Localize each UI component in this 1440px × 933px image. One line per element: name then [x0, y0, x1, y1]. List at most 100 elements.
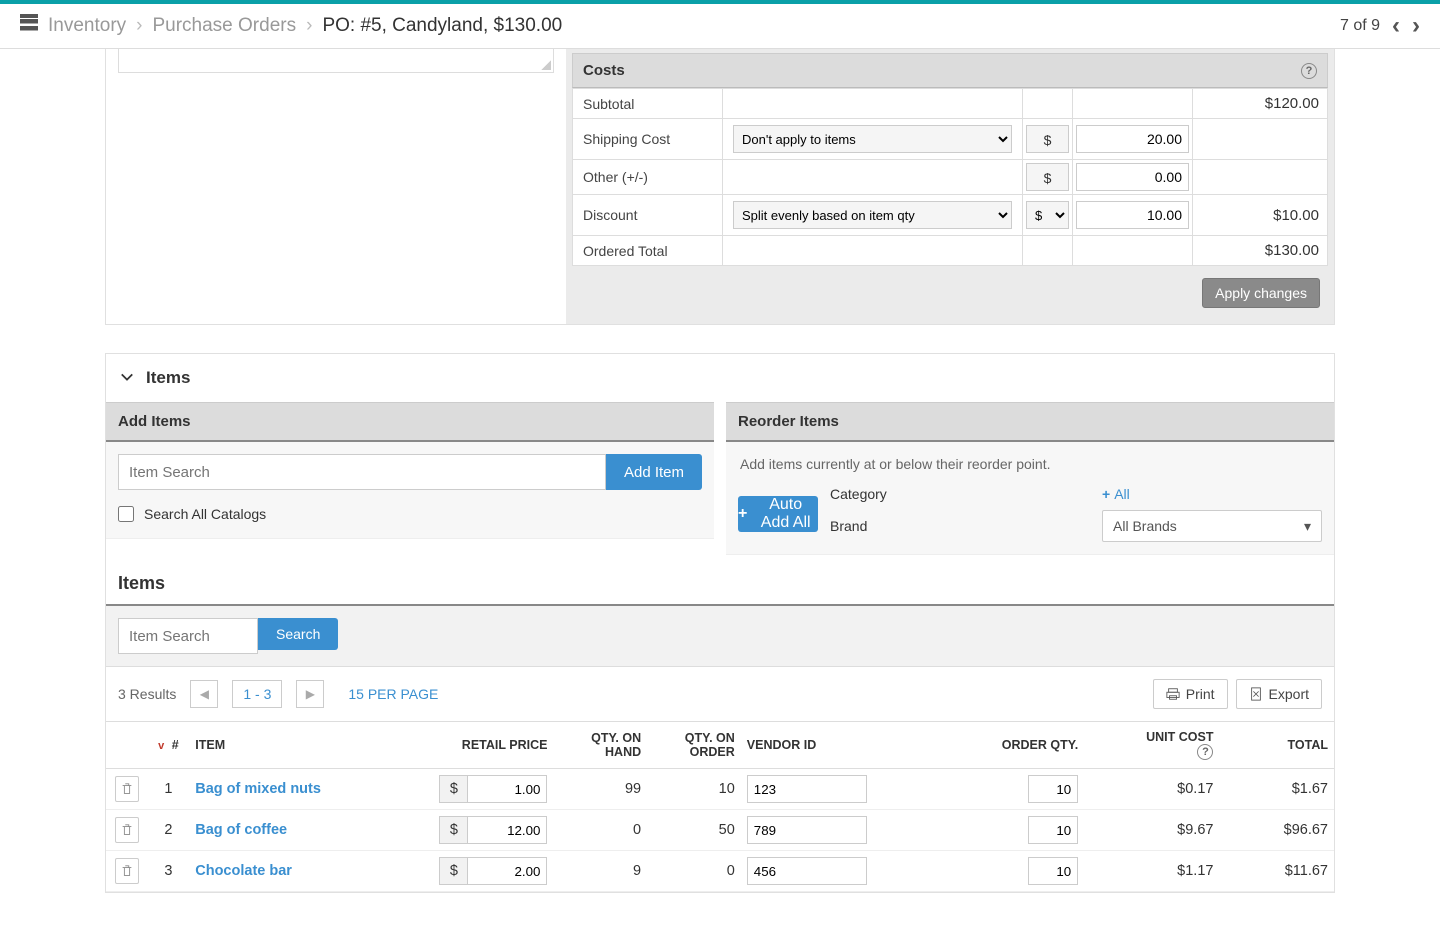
add-item-button[interactable]: Add Item [606, 454, 702, 490]
vendor-id-input[interactable] [747, 775, 867, 803]
items-table: v # ITEM RETAIL PRICE QTY. ON HAND QTY. … [106, 721, 1334, 892]
export-button[interactable]: Export [1236, 679, 1322, 709]
col-item[interactable]: ITEM [189, 722, 428, 769]
page-prev-button[interactable]: ◀ [190, 680, 218, 708]
delete-row-button[interactable] [115, 817, 139, 843]
trash-icon [120, 782, 134, 796]
breadcrumb-current: PO: #5, Candyland, $130.00 [322, 15, 562, 37]
item-name-link[interactable]: Chocolate bar [195, 863, 292, 879]
auto-add-all-label: Auto Add All [753, 496, 818, 532]
currency-symbol: $ [1026, 125, 1069, 153]
brand-select[interactable]: All Brands ▾ [1102, 510, 1322, 542]
col-unitcost[interactable]: UNIT COST ? [1084, 722, 1219, 769]
discount-label: Discount [573, 195, 723, 236]
retail-price-input[interactable] [467, 775, 547, 803]
results-count: 3 Results [118, 686, 176, 702]
delete-row-button[interactable] [115, 858, 139, 884]
row-total: $96.67 [1219, 810, 1334, 851]
breadcrumb-purchase-orders[interactable]: Purchase Orders [152, 15, 296, 37]
col-onhand[interactable]: QTY. ON HAND [553, 722, 647, 769]
breadcrumb-inventory[interactable]: Inventory [48, 15, 126, 37]
search-all-catalogs-checkbox[interactable] [118, 506, 134, 522]
reorder-note: Add items currently at or below their re… [738, 454, 1322, 486]
category-all-link[interactable]: + All [1102, 486, 1322, 502]
col-total[interactable]: TOTAL [1219, 722, 1334, 769]
other-amount-input[interactable] [1076, 163, 1189, 191]
trash-icon [120, 823, 134, 837]
vendor-id-input[interactable] [747, 857, 867, 885]
unit-cost: $0.17 [1084, 769, 1219, 810]
col-retail[interactable]: RETAIL PRICE [429, 722, 554, 769]
breadcrumb-sep: › [306, 15, 312, 37]
category-all-text: All [1114, 486, 1130, 502]
print-label: Print [1186, 686, 1215, 702]
row-number: 1 [148, 769, 190, 810]
row-number: 3 [148, 851, 190, 892]
export-icon [1249, 687, 1263, 701]
plus-icon: + [738, 505, 747, 523]
shipping-apply-select[interactable]: Don't apply to items [733, 125, 1012, 153]
items-search-input[interactable] [118, 618, 258, 654]
discount-apply-select[interactable]: Split evenly based on item qty [733, 201, 1012, 229]
pager-prev-button[interactable]: ‹ [1392, 14, 1400, 38]
order-qty-input[interactable] [1028, 816, 1078, 844]
order-qty-input[interactable] [1028, 775, 1078, 803]
items-card: Items Add Items Add Item Search All Cata… [105, 353, 1335, 893]
qty-on-hand: 0 [553, 810, 647, 851]
table-row: 2Bag of coffee$050$9.67$96.67 [106, 810, 1334, 851]
unit-cost: $9.67 [1084, 810, 1219, 851]
items-section-title: Items [146, 368, 190, 388]
trash-icon [120, 864, 134, 878]
add-items-title: Add Items [106, 402, 714, 442]
col-orderqty[interactable]: ORDER QTY. [897, 722, 1084, 769]
brand-label: Brand [830, 518, 1090, 534]
vendor-id-input[interactable] [747, 816, 867, 844]
page-range[interactable]: 1 - 3 [232, 680, 282, 708]
per-page-select[interactable]: 15 PER PAGE [348, 686, 438, 702]
record-pager: 7 of 9 ‹ › [1340, 14, 1420, 38]
breadcrumb: Inventory › Purchase Orders › PO: #5, Ca… [20, 15, 562, 37]
col-vendor[interactable]: VENDOR ID [741, 722, 897, 769]
items-list-title: Items [106, 555, 1334, 606]
row-number: 2 [148, 810, 190, 851]
retail-price-input[interactable] [467, 816, 547, 844]
items-pagination-bar: 3 Results ◀ 1 - 3 ▶ 15 PER PAGE Print Ex… [106, 667, 1334, 721]
pager-next-button[interactable]: › [1412, 14, 1420, 38]
notes-textarea[interactable] [118, 49, 554, 73]
po-detail-card: Costs ? Subtotal $120.00 Shipping Cost D… [105, 49, 1335, 325]
currency-symbol: $ [439, 775, 467, 803]
items-search-button[interactable]: Search [258, 618, 338, 650]
topbar: Inventory › Purchase Orders › PO: #5, Ca… [0, 0, 1440, 49]
sort-indicator-icon: v [158, 740, 164, 752]
retail-price-input[interactable] [467, 857, 547, 885]
page-next-button[interactable]: ▶ [296, 680, 324, 708]
item-name-link[interactable]: Bag of coffee [195, 822, 287, 838]
search-all-catalogs-label: Search All Catalogs [144, 506, 266, 522]
items-section-toggle[interactable]: Items [106, 354, 1334, 402]
col-num[interactable]: # [172, 738, 179, 752]
help-icon[interactable]: ? [1301, 63, 1317, 79]
item-name-link[interactable]: Bag of mixed nuts [195, 781, 321, 797]
add-items-panel: Add Items Add Item Search All Catalogs [106, 402, 714, 555]
reorder-items-title: Reorder Items [726, 402, 1334, 442]
qty-on-hand: 99 [553, 769, 647, 810]
qty-on-order: 50 [647, 810, 741, 851]
other-label: Other (+/-) [573, 160, 723, 195]
costs-title: Costs [583, 62, 625, 79]
auto-add-all-button[interactable]: + Auto Add All [738, 496, 818, 532]
delete-row-button[interactable] [115, 776, 139, 802]
currency-symbol: $ [1026, 163, 1069, 191]
col-onorder[interactable]: QTY. ON ORDER [647, 722, 741, 769]
table-row: 3Chocolate bar$90$1.17$11.67 [106, 851, 1334, 892]
add-item-search-input[interactable] [118, 454, 606, 490]
export-label: Export [1269, 686, 1309, 702]
print-button[interactable]: Print [1153, 679, 1228, 709]
help-icon[interactable]: ? [1197, 744, 1213, 760]
shipping-amount-input[interactable] [1076, 125, 1189, 153]
apply-changes-button[interactable]: Apply changes [1202, 278, 1320, 308]
order-qty-input[interactable] [1028, 857, 1078, 885]
costs-header: Costs ? [572, 53, 1328, 88]
discount-amount-input[interactable] [1076, 201, 1189, 229]
print-icon [1166, 687, 1180, 701]
discount-type-select[interactable]: $ [1026, 201, 1069, 229]
